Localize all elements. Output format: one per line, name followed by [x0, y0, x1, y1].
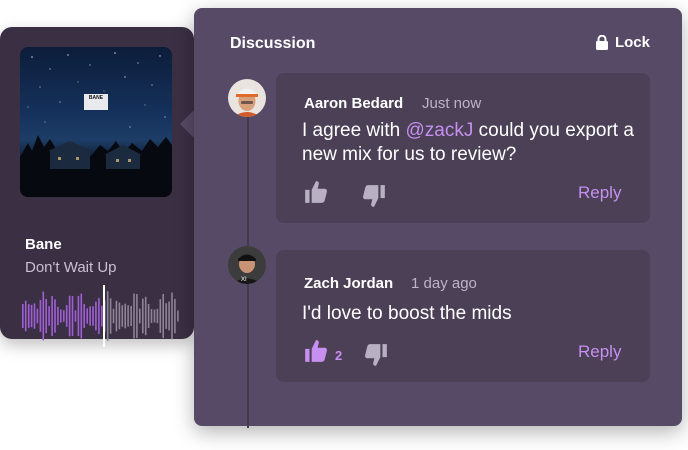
comment-time: Just now: [422, 95, 482, 112]
waveform-bar: [144, 296, 147, 336]
reply-button[interactable]: Reply: [578, 342, 621, 362]
comment-text: I'd love to boost the mids: [302, 302, 642, 326]
waveform-bar: [60, 309, 62, 323]
waveform-bar: [130, 305, 132, 327]
album-badge: BANE: [84, 94, 108, 110]
waveform-bar: [95, 301, 97, 331]
thumbs-up-icon[interactable]: [302, 338, 330, 364]
reply-button[interactable]: Reply: [578, 183, 621, 203]
mention-link[interactable]: @zackJ: [406, 120, 474, 141]
waveform-bar: [156, 308, 159, 324]
waveform-bar: [24, 300, 27, 332]
waveform-bar: [92, 306, 94, 326]
thumbs-down-icon[interactable]: [360, 183, 388, 209]
lock-button[interactable]: Lock: [595, 34, 650, 51]
waveform-bar: [177, 310, 179, 322]
waveform-bar: [112, 308, 115, 324]
like-count: 2: [335, 348, 343, 363]
waveform-bar: [71, 296, 74, 336]
waveform-bar: [74, 310, 77, 322]
waveform-bar: [159, 299, 162, 333]
comment-text: I agree with @zackJ could you export a n…: [302, 119, 642, 167]
waveform-bar: [106, 291, 109, 341]
thumbs-up-icon[interactable]: [302, 179, 330, 205]
svg-text:XI: XI: [241, 277, 247, 283]
thumbs-down-icon[interactable]: [362, 342, 390, 368]
waveform-bar: [162, 294, 164, 338]
waveform[interactable]: [22, 285, 180, 347]
waveform-bar: [118, 302, 121, 330]
waveform-bar: [45, 298, 47, 334]
comment-card: Zach Jordan 1 day ago I'd love to boost …: [276, 250, 650, 382]
playhead[interactable]: [103, 285, 105, 347]
waveform-bar: [139, 308, 141, 324]
waveform-bar: [150, 309, 153, 323]
album-art-image: [20, 52, 172, 197]
waveform-bar: [101, 305, 103, 327]
waveform-bar: [36, 308, 39, 324]
avatar-image: XI: [228, 246, 266, 284]
waveform-bar: [39, 300, 42, 332]
track-title: Don't Wait Up: [25, 259, 117, 276]
waveform-bar: [174, 298, 176, 334]
waveform-bar: [83, 303, 85, 328]
waveform-bar: [124, 303, 126, 329]
lock-icon: [595, 35, 608, 50]
waveform-bar: [48, 306, 50, 326]
waveform-bar: [89, 306, 91, 326]
comment-author[interactable]: Zach Jordan: [304, 275, 393, 292]
waveform-bar: [136, 293, 138, 339]
waveform-bar: [65, 305, 68, 327]
waveform-bar: [54, 299, 56, 333]
waveform-bar: [133, 293, 135, 339]
discussion-panel: Discussion Lock Aaron Bedard Just now I …: [194, 8, 682, 428]
waveform-bar: [27, 304, 30, 328]
waveform-bar: [22, 304, 24, 328]
waveform-bar: [121, 305, 124, 327]
comment-text-before: I agree with: [302, 120, 406, 141]
waveform-bar: [80, 293, 83, 339]
comment-time: 1 day ago: [411, 275, 477, 292]
waveform-bar: [127, 305, 129, 327]
comment-card: Aaron Bedard Just now I agree with @zack…: [276, 73, 650, 223]
panel-pointer: [180, 110, 194, 138]
waveform-bar: [153, 309, 156, 323]
comment-author[interactable]: Aaron Bedard: [304, 95, 403, 112]
waveform-bar: [168, 301, 170, 331]
lock-label: Lock: [614, 34, 650, 51]
waveform-bar: [30, 304, 33, 328]
waveform-bar: [171, 292, 173, 340]
waveform-bar: [51, 296, 53, 336]
waveform-bar: [142, 298, 144, 334]
waveform-bar: [63, 310, 65, 322]
waveform-bar: [86, 308, 88, 324]
panel-title: Discussion: [230, 35, 316, 52]
avatar-image: [228, 79, 266, 117]
waveform-bar: [147, 304, 150, 328]
avatar-aaron[interactable]: [228, 79, 266, 117]
waveform-bar: [33, 303, 36, 329]
waveform-bar: [68, 295, 71, 337]
waveform-bar: [109, 298, 112, 334]
waveform-bar: [57, 306, 59, 326]
player-card: BANE Bane Don't Wait Up: [0, 27, 194, 347]
waveform-bar: [77, 295, 80, 336]
waveform-bar: [165, 303, 167, 329]
track-artist: Bane: [25, 236, 62, 253]
comment-text-before: I'd love to boost the mids: [302, 303, 512, 324]
waveform-bar: [42, 291, 45, 341]
waveform-bar: [98, 298, 100, 334]
waveform-bar: [115, 300, 118, 332]
album-art[interactable]: BANE: [20, 47, 172, 197]
avatar-zach[interactable]: XI: [228, 246, 266, 284]
